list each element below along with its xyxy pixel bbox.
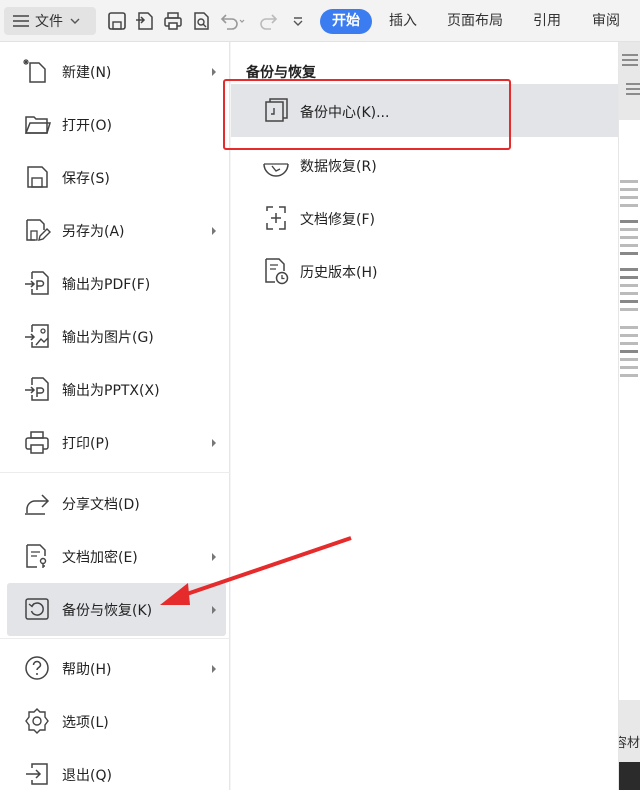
menu-item-label: 退出(Q) bbox=[62, 767, 112, 784]
menu-item-export-pdf[interactable]: 输出为PDF(F) bbox=[0, 257, 230, 310]
print-preview-icon[interactable] bbox=[190, 10, 212, 32]
backup-restore-icon bbox=[25, 598, 49, 620]
file-menu-button[interactable]: 文件 bbox=[4, 7, 96, 35]
encrypt-icon bbox=[26, 544, 47, 568]
save-icon bbox=[27, 166, 48, 188]
exit-icon bbox=[26, 763, 48, 785]
share-icon bbox=[25, 494, 50, 515]
chevron-down-icon bbox=[70, 18, 80, 24]
help-icon bbox=[25, 656, 49, 680]
quick-access-dropdown-icon[interactable] bbox=[290, 10, 306, 32]
menu-item-label: 输出为PDF(F) bbox=[62, 276, 151, 293]
top-toolbar: 文件 开始 插入 页面布局 引用 审阅 bbox=[0, 0, 640, 42]
menu-item-share[interactable]: 分享文档(D) bbox=[0, 477, 230, 530]
submenu-item-label: 历史版本(H) bbox=[300, 265, 378, 281]
export-icon[interactable] bbox=[134, 10, 156, 32]
export-image-icon bbox=[25, 324, 49, 348]
menu-item-label: 新建(N) bbox=[62, 64, 112, 81]
menu-item-new[interactable]: 新建(N) bbox=[0, 45, 230, 98]
tab-page-layout[interactable]: 页面布局 bbox=[447, 0, 503, 42]
menu-item-label: 分享文档(D) bbox=[62, 496, 140, 513]
tab-review[interactable]: 审阅 bbox=[592, 0, 620, 42]
menu-item-export-image[interactable]: 输出为图片(G) bbox=[0, 310, 230, 363]
menu-item-label: 备份与恢复(K) bbox=[62, 602, 153, 619]
folder-open-icon bbox=[24, 116, 51, 134]
hamburger-icon bbox=[13, 15, 29, 27]
menu-item-backup-restore[interactable]: 备份与恢复(K) bbox=[7, 583, 226, 636]
document-page[interactable] bbox=[618, 120, 640, 700]
list-icon[interactable] bbox=[622, 54, 638, 66]
undo-icon[interactable] bbox=[218, 10, 246, 32]
submenu-item-history-version[interactable]: 历史版本(H) bbox=[231, 244, 618, 297]
chevron-right-icon bbox=[212, 438, 216, 447]
tab-references[interactable]: 引用 bbox=[533, 0, 561, 42]
history-version-icon bbox=[265, 258, 289, 285]
menu-item-exit[interactable]: 退出(Q) bbox=[0, 748, 230, 790]
menu-item-label: 打印(P) bbox=[62, 435, 110, 452]
menu-item-help[interactable]: 帮助(H) bbox=[0, 642, 230, 695]
export-pdf-icon bbox=[25, 271, 49, 295]
menu-item-label: 帮助(H) bbox=[62, 661, 112, 678]
settings-gear-icon bbox=[25, 708, 49, 734]
print-icon[interactable] bbox=[162, 10, 184, 32]
menu-item-label: 输出为PPTX(X) bbox=[62, 382, 160, 399]
chevron-right-icon bbox=[212, 605, 216, 614]
menu-item-save[interactable]: 保存(S) bbox=[0, 151, 230, 204]
print-icon bbox=[25, 431, 49, 454]
tab-insert[interactable]: 插入 bbox=[389, 0, 417, 42]
tab-home[interactable]: 开始 bbox=[320, 9, 372, 34]
chevron-right-icon bbox=[212, 664, 216, 673]
chevron-right-icon bbox=[212, 552, 216, 561]
save-icon[interactable] bbox=[106, 10, 128, 32]
redo-icon[interactable] bbox=[258, 10, 280, 32]
menu-item-label: 输出为图片(G) bbox=[62, 329, 154, 346]
backup-restore-submenu: 备份与恢复 备份中心(K)... 数据恢复(R) 文档修复(F) 历史版本(H) bbox=[231, 42, 619, 790]
new-file-icon bbox=[23, 59, 46, 83]
menu-item-label: 保存(S) bbox=[62, 170, 110, 187]
menu-item-save-as[interactable]: 另存为(A) bbox=[0, 204, 230, 257]
data-recovery-icon bbox=[263, 163, 289, 177]
list-icon[interactable] bbox=[626, 83, 640, 95]
menu-divider bbox=[0, 472, 230, 473]
submenu-item-label: 数据恢复(R) bbox=[300, 159, 377, 175]
menu-divider bbox=[0, 638, 230, 639]
chevron-right-icon bbox=[212, 226, 216, 235]
chevron-right-icon bbox=[212, 67, 216, 76]
menu-item-open[interactable]: 打开(O) bbox=[0, 98, 230, 151]
menu-item-export-pptx[interactable]: 输出为PPTX(X) bbox=[0, 363, 230, 416]
menu-item-encrypt[interactable]: 文档加密(E) bbox=[0, 530, 230, 583]
document-repair-icon bbox=[266, 206, 286, 230]
submenu-item-label: 文档修复(F) bbox=[300, 212, 375, 228]
file-menu-panel: 新建(N) 打开(O) 保存(S) 另存为(A) 输出为PDF(F) 输出为图片… bbox=[0, 42, 230, 790]
menu-item-label: 选项(L) bbox=[62, 714, 109, 731]
menu-item-label: 打开(O) bbox=[62, 117, 112, 134]
menu-item-label: 另存为(A) bbox=[62, 223, 125, 240]
save-as-icon bbox=[26, 219, 51, 241]
submenu-item-document-repair[interactable]: 文档修复(F) bbox=[231, 191, 618, 244]
menu-item-print[interactable]: 打印(P) bbox=[0, 416, 230, 469]
menu-item-label: 文档加密(E) bbox=[62, 549, 138, 566]
highlight-annotation-box bbox=[223, 79, 511, 150]
file-menu-label: 文件 bbox=[35, 14, 63, 30]
menu-item-options[interactable]: 选项(L) bbox=[0, 695, 230, 748]
export-pptx-icon bbox=[25, 377, 49, 401]
